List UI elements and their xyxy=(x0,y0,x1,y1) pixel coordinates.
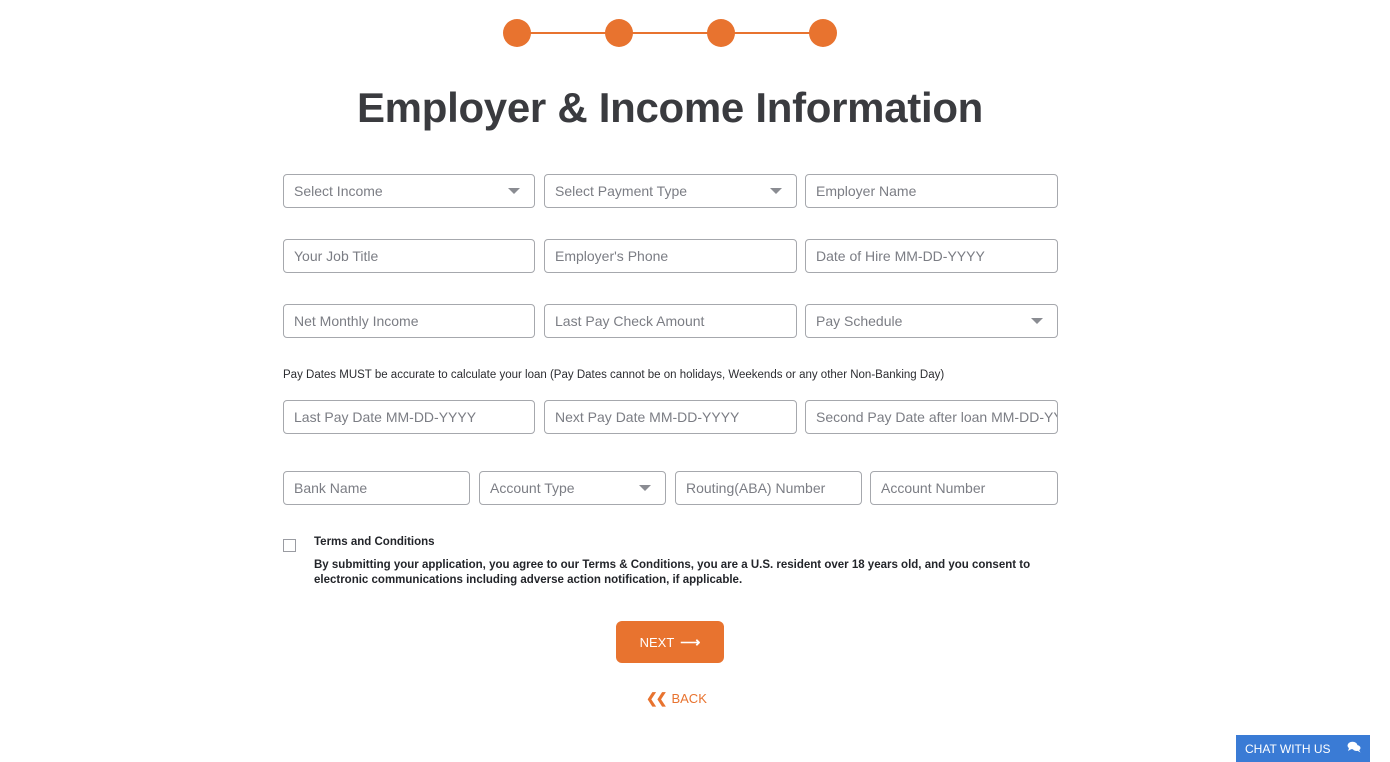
second-pay-date-field-wrap xyxy=(805,400,1058,434)
employer-name-input[interactable] xyxy=(816,175,1057,207)
account-type-placeholder: Account Type xyxy=(490,480,575,496)
second-pay-date-input[interactable] xyxy=(816,401,1057,433)
pay-schedule-placeholder: Pay Schedule xyxy=(816,313,903,329)
progress-stepper xyxy=(503,19,837,47)
terms-body: By submitting your application, you agre… xyxy=(314,559,1031,586)
caret-down-icon xyxy=(770,188,782,194)
employer-phone-field-wrap xyxy=(544,239,797,273)
step-1-dot xyxy=(503,19,531,47)
date-of-hire-input[interactable] xyxy=(816,240,1057,272)
select-payment-type-dropdown[interactable]: Select Payment Type xyxy=(544,174,797,208)
terms-title: Terms and Conditions xyxy=(314,536,435,548)
terms-checkbox[interactable] xyxy=(283,539,296,552)
arrow-right-icon: ⟶ xyxy=(680,633,701,650)
last-pay-date-field-wrap xyxy=(283,400,535,434)
back-link[interactable]: ❮❮ BACK xyxy=(646,690,707,707)
job-title-field-wrap xyxy=(283,239,535,273)
account-type-dropdown[interactable]: Account Type xyxy=(479,471,666,505)
caret-down-icon xyxy=(639,485,651,491)
net-monthly-income-field-wrap xyxy=(283,304,535,338)
account-number-field-wrap xyxy=(870,471,1058,505)
employer-name-field-wrap xyxy=(805,174,1058,208)
job-title-input[interactable] xyxy=(294,240,534,272)
chat-with-us-button[interactable]: CHAT WITH US xyxy=(1236,735,1370,762)
routing-number-input[interactable] xyxy=(686,472,861,504)
step-4-dot xyxy=(809,19,837,47)
routing-number-field-wrap xyxy=(675,471,862,505)
back-link-label: BACK xyxy=(671,691,707,706)
stepper-line xyxy=(517,32,823,34)
pay-dates-note: Pay Dates MUST be accurate to calculate … xyxy=(283,369,945,381)
double-chevron-left-icon: ❮❮ xyxy=(646,690,668,706)
bank-name-input[interactable] xyxy=(294,472,469,504)
chat-button-label: CHAT WITH US xyxy=(1245,741,1331,756)
last-pay-date-input[interactable] xyxy=(294,401,534,433)
next-pay-date-input[interactable] xyxy=(555,401,796,433)
bank-name-field-wrap xyxy=(283,471,470,505)
select-income-dropdown[interactable]: Select Income xyxy=(283,174,535,208)
pay-schedule-dropdown[interactable]: Pay Schedule xyxy=(805,304,1058,338)
caret-down-icon xyxy=(508,188,520,194)
step-2-dot xyxy=(605,19,633,47)
net-monthly-income-input[interactable] xyxy=(294,305,534,337)
date-of-hire-field-wrap xyxy=(805,239,1058,273)
chat-bubbles-icon xyxy=(1347,741,1361,756)
next-button[interactable]: NEXT ⟶ xyxy=(616,621,724,663)
last-pay-check-amount-input[interactable] xyxy=(555,305,796,337)
select-payment-type-placeholder: Select Payment Type xyxy=(555,183,688,199)
select-income-placeholder: Select Income xyxy=(294,183,383,199)
next-pay-date-field-wrap xyxy=(544,400,797,434)
page-title: Employer & Income Information xyxy=(356,84,984,131)
step-3-dot xyxy=(707,19,735,47)
employer-phone-input[interactable] xyxy=(555,240,796,272)
caret-down-icon xyxy=(1031,318,1043,324)
last-pay-check-amount-field-wrap xyxy=(544,304,797,338)
next-button-label: NEXT xyxy=(639,634,675,650)
account-number-input[interactable] xyxy=(881,472,1057,504)
